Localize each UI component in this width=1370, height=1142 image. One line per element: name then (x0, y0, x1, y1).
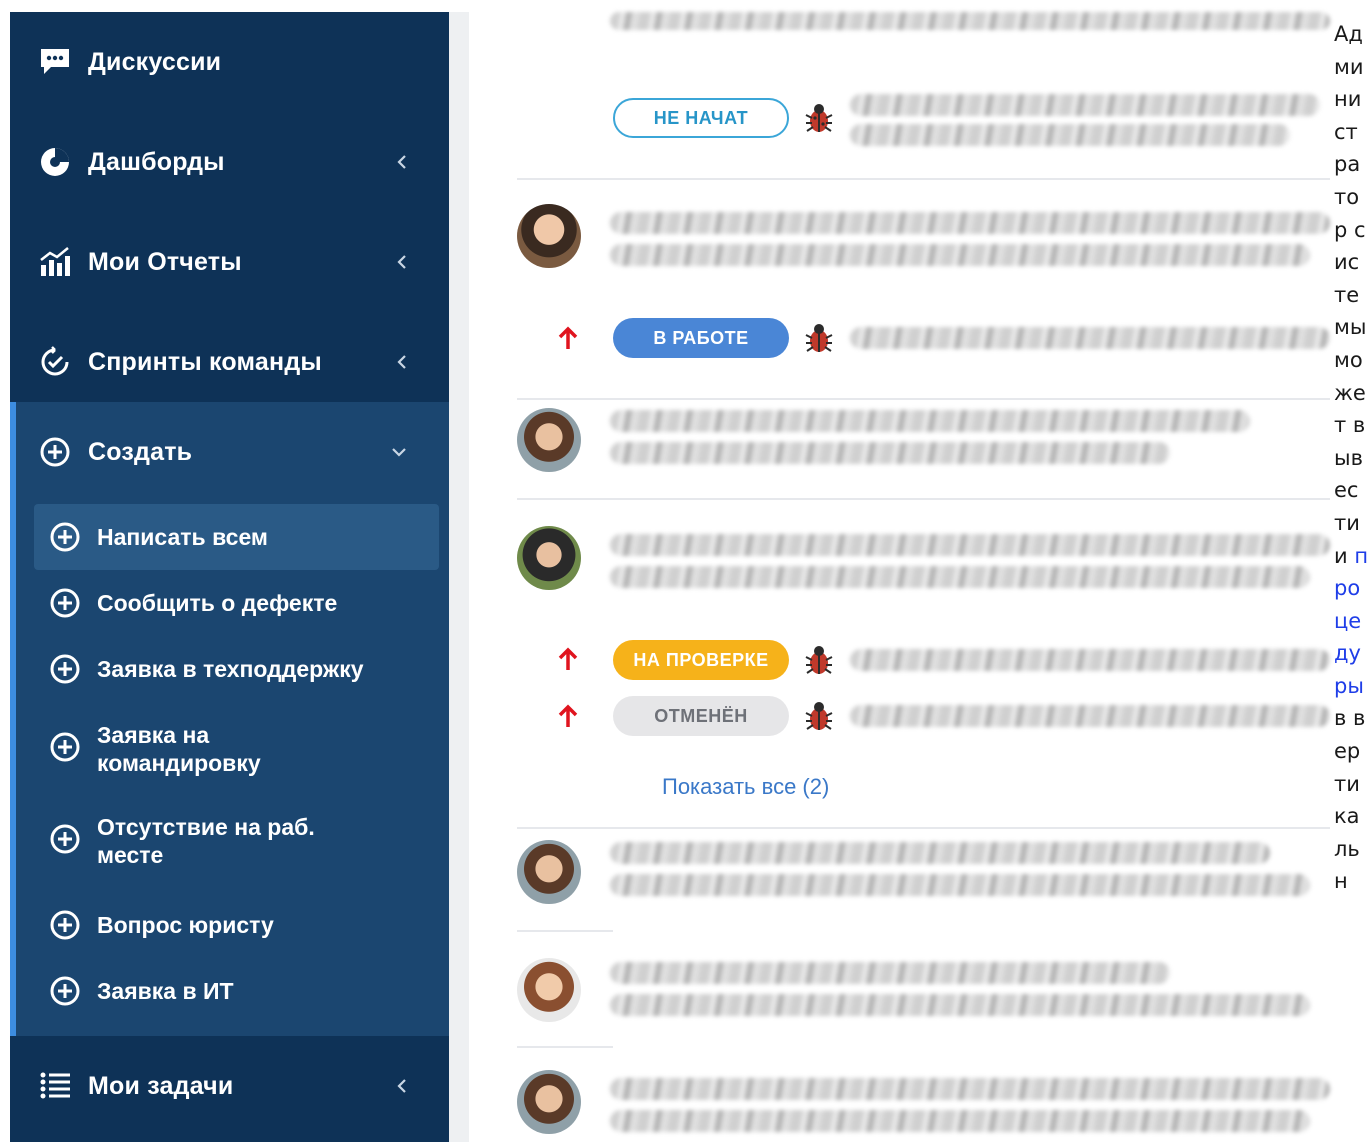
chevron-left-icon (397, 255, 406, 269)
chevron-left-icon (397, 355, 406, 369)
divider (517, 930, 613, 932)
status-badge-cancelled[interactable]: ОТМЕНЁН (613, 696, 789, 736)
status-badge-in-work[interactable]: В РАБОТЕ (613, 318, 789, 358)
sidebar-item-label: Дискуссии (88, 47, 222, 76)
blurred-text (850, 94, 1320, 116)
sidebar-item-team-sprints[interactable]: Спринты команды (10, 312, 449, 412)
create-item-label: Заявка в ИТ (97, 978, 234, 1004)
sidebar-item-dashboards[interactable]: Дашборды (10, 112, 449, 212)
divider (517, 398, 1330, 400)
create-item-label: Заявка на командировку (97, 722, 261, 776)
blurred-text (610, 1078, 1330, 1100)
plus-circle-icon (50, 824, 80, 854)
blurred-text (850, 124, 1290, 146)
priority-up-arrow-icon (558, 326, 578, 349)
sidebar-item-my-tasks[interactable]: Мои задачи (10, 1036, 449, 1136)
plus-circle-icon (50, 910, 80, 940)
avatar[interactable] (517, 840, 581, 904)
sidebar-item-discussions[interactable]: Дискуссии (10, 12, 449, 112)
status-badge-not-started[interactable]: НЕ НАЧАТ (613, 98, 789, 138)
create-submenu: Создать Написать всем Сообщить о дефекте… (10, 402, 449, 1036)
chat-icon (41, 49, 69, 74)
blurred-text (610, 566, 1310, 588)
sidebar-item-label: Спринты команды (88, 347, 322, 376)
avatar[interactable] (517, 958, 581, 1022)
blurred-text (610, 1110, 1310, 1132)
blurred-text (610, 842, 1270, 864)
create-item-legal-question[interactable]: Вопрос юристу (34, 892, 439, 958)
sidebar-item-label: Дашборды (88, 147, 225, 176)
avatar[interactable] (517, 204, 581, 268)
blurred-text (610, 994, 1310, 1016)
divider (517, 178, 1330, 180)
narrow-text-column: Администратор системы может вывести и пр… (1334, 18, 1370, 898)
avatar[interactable] (517, 526, 581, 590)
create-item-label: Написать всем (97, 524, 268, 550)
priority-up-arrow-icon (558, 647, 578, 670)
plus-circle-icon (40, 437, 70, 467)
chevron-left-icon (397, 155, 406, 169)
chevron-down-icon (392, 448, 406, 457)
blurred-text (610, 442, 1170, 464)
divider (517, 1046, 613, 1048)
create-item-label: Отсутствие на раб. месте (97, 814, 315, 868)
bug-icon (805, 324, 833, 352)
bug-icon (805, 702, 833, 730)
bug-icon (805, 104, 833, 132)
divider (517, 498, 1330, 500)
blurred-text (610, 12, 1330, 30)
create-item-support-request[interactable]: Заявка в техподдержку (34, 636, 439, 702)
blurred-text (850, 327, 1330, 349)
plus-circle-icon (50, 588, 80, 618)
blurred-text (610, 962, 1170, 984)
sidebar-item-my-reports[interactable]: Мои Отчеты (10, 212, 449, 312)
blurred-text (610, 874, 1310, 896)
plus-circle-icon (50, 732, 80, 762)
plus-circle-icon (50, 522, 80, 552)
pie-chart-icon (41, 148, 69, 176)
blurred-text (610, 212, 1330, 234)
plus-circle-icon (50, 976, 80, 1006)
body-text: в вертикальн (1334, 706, 1366, 894)
avatar[interactable] (517, 1070, 581, 1134)
create-item-label: Сообщить о дефекте (97, 590, 338, 616)
reports-chart-icon (40, 247, 70, 276)
create-item-it-request[interactable]: Заявка в ИТ (34, 958, 439, 1024)
sidebar-item-label: Мои Отчеты (88, 247, 242, 276)
create-item-business-trip[interactable]: Заявка на командировку (34, 708, 439, 792)
sidebar-item-label: Мои задачи (88, 1071, 234, 1100)
status-badge-review[interactable]: НА ПРОВЕРКЕ (613, 640, 789, 680)
show-all-link[interactable]: Показать все (2) (662, 774, 829, 800)
chevron-left-icon (397, 1079, 406, 1093)
blurred-text (610, 244, 1310, 266)
create-item-write-all[interactable]: Написать всем (34, 504, 439, 570)
sprint-icon (41, 346, 69, 376)
divider (517, 827, 1330, 829)
activity-feed: НЕ НАЧАТ В РАБОТЕ НА ПРОВЕРКЕ ОТМЕНЁН По… (470, 12, 1330, 1142)
blurred-text (850, 649, 1330, 671)
create-item-label: Заявка в техподдержку (97, 656, 364, 682)
blurred-text (850, 705, 1330, 727)
plus-circle-icon (50, 654, 80, 684)
avatar[interactable] (517, 408, 581, 472)
bug-icon (805, 646, 833, 674)
priority-up-arrow-icon (558, 704, 578, 727)
sidebar: Дискуссии Дашборды Мои Отчеты Спринты ко… (10, 12, 449, 1142)
create-item-absence[interactable]: Отсутствие на раб. месте (34, 800, 439, 884)
sidebar-gutter (449, 12, 469, 1142)
sidebar-item-create[interactable]: Создать (10, 402, 449, 502)
blurred-text (610, 534, 1330, 556)
body-text: Администратор системы может вывести и (1334, 22, 1367, 568)
blurred-text (610, 410, 1250, 432)
sidebar-item-label: Создать (88, 437, 193, 466)
list-icon (40, 1072, 70, 1099)
create-item-report-defect[interactable]: Сообщить о дефекте (34, 570, 439, 636)
create-item-label: Вопрос юристу (97, 912, 274, 938)
